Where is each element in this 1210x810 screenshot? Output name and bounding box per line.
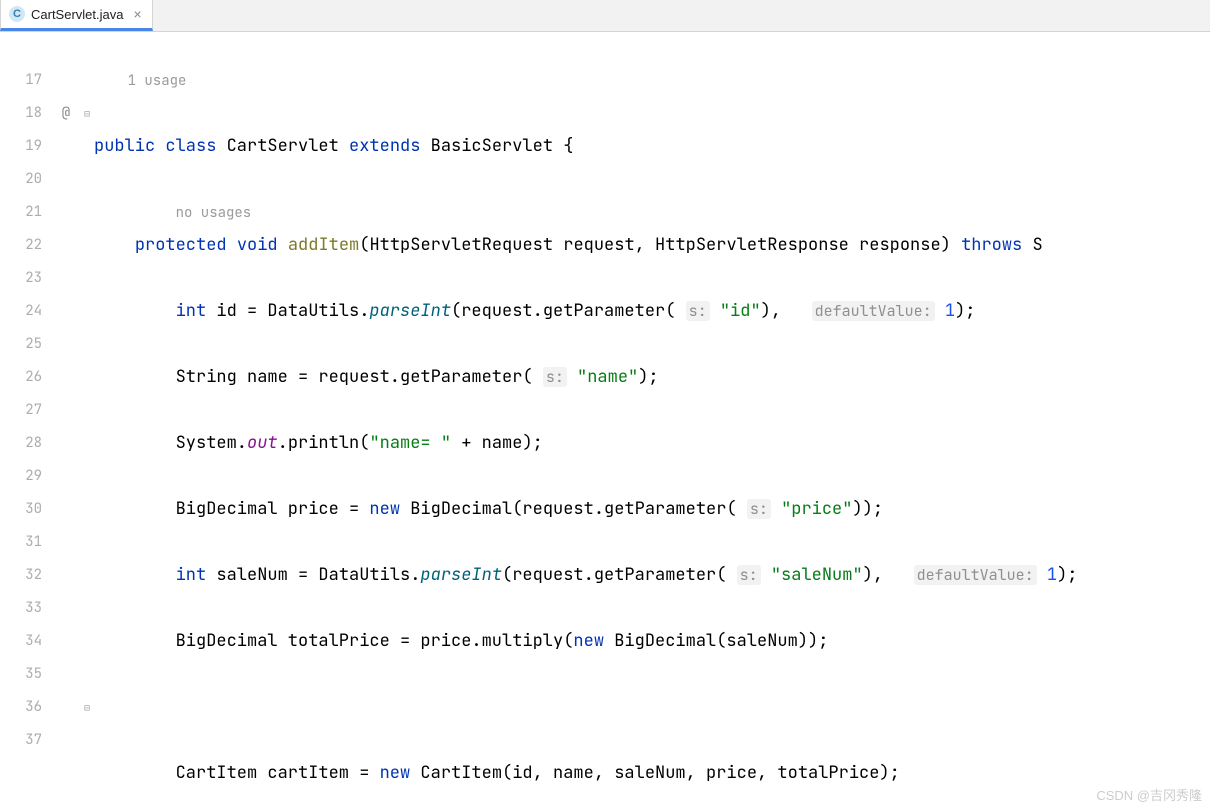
line-number: 17 [0, 64, 42, 97]
line-number: 21 [0, 196, 42, 229]
line-number: 24 [0, 295, 42, 328]
code-line: public class CartServlet extends BasicSe… [94, 130, 1210, 163]
line-number: 27 [0, 394, 42, 427]
fold-toggle-icon[interactable]: ⊟ [80, 97, 94, 130]
usage-hint[interactable]: 1 usage [128, 72, 187, 90]
line-number: 32 [0, 559, 42, 592]
line-number: 20 [0, 163, 42, 196]
tab-filename: CartServlet.java [31, 7, 123, 22]
line-number: 28 [0, 427, 42, 460]
line-number: 34 [0, 625, 42, 658]
code-line [94, 691, 1210, 724]
line-number-gutter: 17 18 19 20 21 22 23 24 25 26 27 28 29 3… [0, 32, 52, 810]
line-number: 37 [0, 724, 42, 757]
line-number: 29 [0, 460, 42, 493]
line-number: 30 [0, 493, 42, 526]
code-line: BigDecimal totalPrice = price.multiply(n… [94, 625, 1210, 658]
code-line: int saleNum = DataUtils.parseInt(request… [94, 559, 1210, 592]
line-number: 23 [0, 262, 42, 295]
line-number: 31 [0, 526, 42, 559]
fold-gutter: ⊟ ⊟ [80, 32, 94, 810]
override-mark-icon[interactable]: @ [52, 97, 80, 130]
code-line: CartItem cartItem = new CartItem(id, nam… [94, 757, 1210, 790]
line-number: 26 [0, 361, 42, 394]
watermark: CSDN @吉冈秀隆 [1096, 785, 1202, 804]
code-line: protected void addItem(HttpServletReques… [94, 229, 1210, 262]
code-line: String name = request.getParameter( s: "… [94, 361, 1210, 394]
line-number: 25 [0, 328, 42, 361]
gutter-marks: @ [52, 32, 80, 810]
code-line: System.out.println("name= " + name); [94, 427, 1210, 460]
line-number: 33 [0, 592, 42, 625]
line-number: 19 [0, 130, 42, 163]
line-number: 18 [0, 97, 42, 130]
line-number: 22 [0, 229, 42, 262]
line-number: 36 [0, 691, 42, 724]
code-area[interactable]: 1 usage public class CartServlet extends… [94, 32, 1210, 810]
editor-tab[interactable]: C CartServlet.java × [0, 0, 153, 31]
fold-end-icon[interactable]: ⊟ [80, 691, 94, 724]
editor[interactable]: 17 18 19 20 21 22 23 24 25 26 27 28 29 3… [0, 32, 1210, 810]
tab-bar: C CartServlet.java × [0, 0, 1210, 32]
class-icon: C [9, 6, 25, 22]
line-number: 35 [0, 658, 42, 691]
close-icon[interactable]: × [133, 6, 141, 22]
usage-hint[interactable]: no usages [176, 204, 252, 222]
code-line: int id = DataUtils.parseInt(request.getP… [94, 295, 1210, 328]
code-line: BigDecimal price = new BigDecimal(reques… [94, 493, 1210, 526]
